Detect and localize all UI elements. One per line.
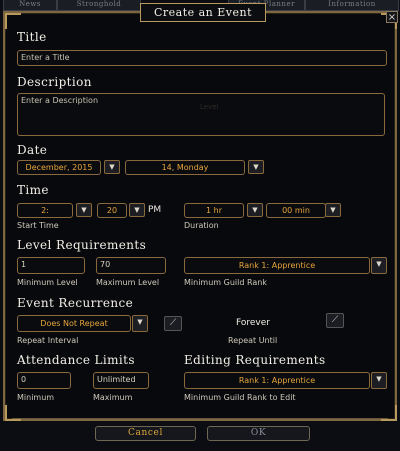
description-input[interactable]: Enter a Description bbox=[17, 93, 385, 136]
guild-rank-select[interactable]: Rank 1: Apprentice bbox=[184, 257, 370, 274]
chevron-down-icon[interactable]: ▼ bbox=[371, 372, 387, 389]
level-requirements-heading: Level Requirements bbox=[17, 238, 147, 252]
repeat-interval-select[interactable]: Does Not Repeat bbox=[17, 315, 131, 332]
chevron-down-icon[interactable]: ▼ bbox=[76, 203, 92, 217]
chevron-down-icon[interactable]: ▼ bbox=[132, 315, 148, 332]
chevron-down-icon[interactable]: ▼ bbox=[371, 257, 387, 274]
ok-button[interactable]: OK bbox=[207, 426, 310, 441]
tab-stronghold[interactable]: Stronghold bbox=[57, 0, 141, 11]
minute-select[interactable]: 20 bbox=[97, 203, 127, 218]
chevron-down-icon[interactable]: ▼ bbox=[248, 160, 264, 174]
attendance-max-input[interactable]: Unlimited bbox=[93, 372, 149, 389]
frame-corner bbox=[5, 13, 21, 29]
description-watermark: Level bbox=[200, 103, 219, 111]
chevron-down-icon[interactable]: ▼ bbox=[104, 160, 120, 174]
date-heading: Date bbox=[17, 143, 48, 157]
edit-rank-label: Minimum Guild Rank to Edit bbox=[184, 393, 296, 402]
tab-information[interactable]: Information bbox=[305, 0, 399, 11]
calendar-edit-icon[interactable]: ⟋ bbox=[326, 313, 344, 328]
max-level-label: Maximum Level bbox=[96, 278, 160, 287]
attendance-limits-heading: Attendance Limits bbox=[17, 353, 135, 367]
calendar-edit-icon[interactable]: ⟋ bbox=[164, 316, 182, 331]
attendance-min-label: Minimum bbox=[17, 393, 55, 402]
min-level-label: Minimum Level bbox=[17, 278, 78, 287]
attendance-min-input[interactable]: 0 bbox=[17, 372, 71, 389]
min-level-input[interactable]: 1 bbox=[17, 257, 85, 274]
duration-hours-select[interactable]: 1 hr bbox=[184, 203, 244, 218]
title-heading: Title bbox=[17, 30, 47, 44]
max-level-input[interactable]: 70 bbox=[96, 257, 166, 274]
time-heading: Time bbox=[17, 183, 49, 197]
repeat-until-label: Repeat Until bbox=[228, 336, 278, 345]
edit-rank-select[interactable]: Rank 1: Apprentice bbox=[184, 372, 370, 389]
chevron-down-icon[interactable]: ▼ bbox=[129, 203, 145, 217]
footer-divider bbox=[12, 418, 388, 419]
guild-rank-label: Minimum Guild Rank bbox=[184, 278, 267, 287]
tab-news[interactable]: News bbox=[3, 0, 57, 11]
window-title: Create an Event bbox=[140, 3, 266, 22]
duration-label: Duration bbox=[184, 221, 219, 230]
close-icon[interactable]: × bbox=[386, 11, 398, 23]
attendance-max-label: Maximum bbox=[93, 393, 133, 402]
title-input[interactable]: Enter a Title bbox=[17, 50, 387, 66]
day-select[interactable]: 14, Monday bbox=[125, 160, 245, 175]
chevron-down-icon[interactable]: ▼ bbox=[247, 203, 263, 217]
start-time-label: Start Time bbox=[17, 221, 59, 230]
description-heading: Description bbox=[17, 75, 92, 89]
repeat-until-value: Forever bbox=[236, 318, 270, 328]
editing-requirements-heading: Editing Requirements bbox=[184, 353, 326, 367]
month-select[interactable]: December, 2015 bbox=[17, 160, 101, 175]
duration-minutes-select[interactable]: 00 min bbox=[266, 203, 326, 218]
chevron-down-icon[interactable]: ▼ bbox=[325, 203, 341, 217]
repeat-interval-label: Repeat Interval bbox=[17, 336, 79, 345]
event-recurrence-heading: Event Recurrence bbox=[17, 296, 134, 310]
hour-select[interactable]: 2: bbox=[17, 203, 73, 218]
ampm-label: PM bbox=[148, 205, 162, 215]
cancel-button[interactable]: Cancel bbox=[95, 426, 196, 441]
